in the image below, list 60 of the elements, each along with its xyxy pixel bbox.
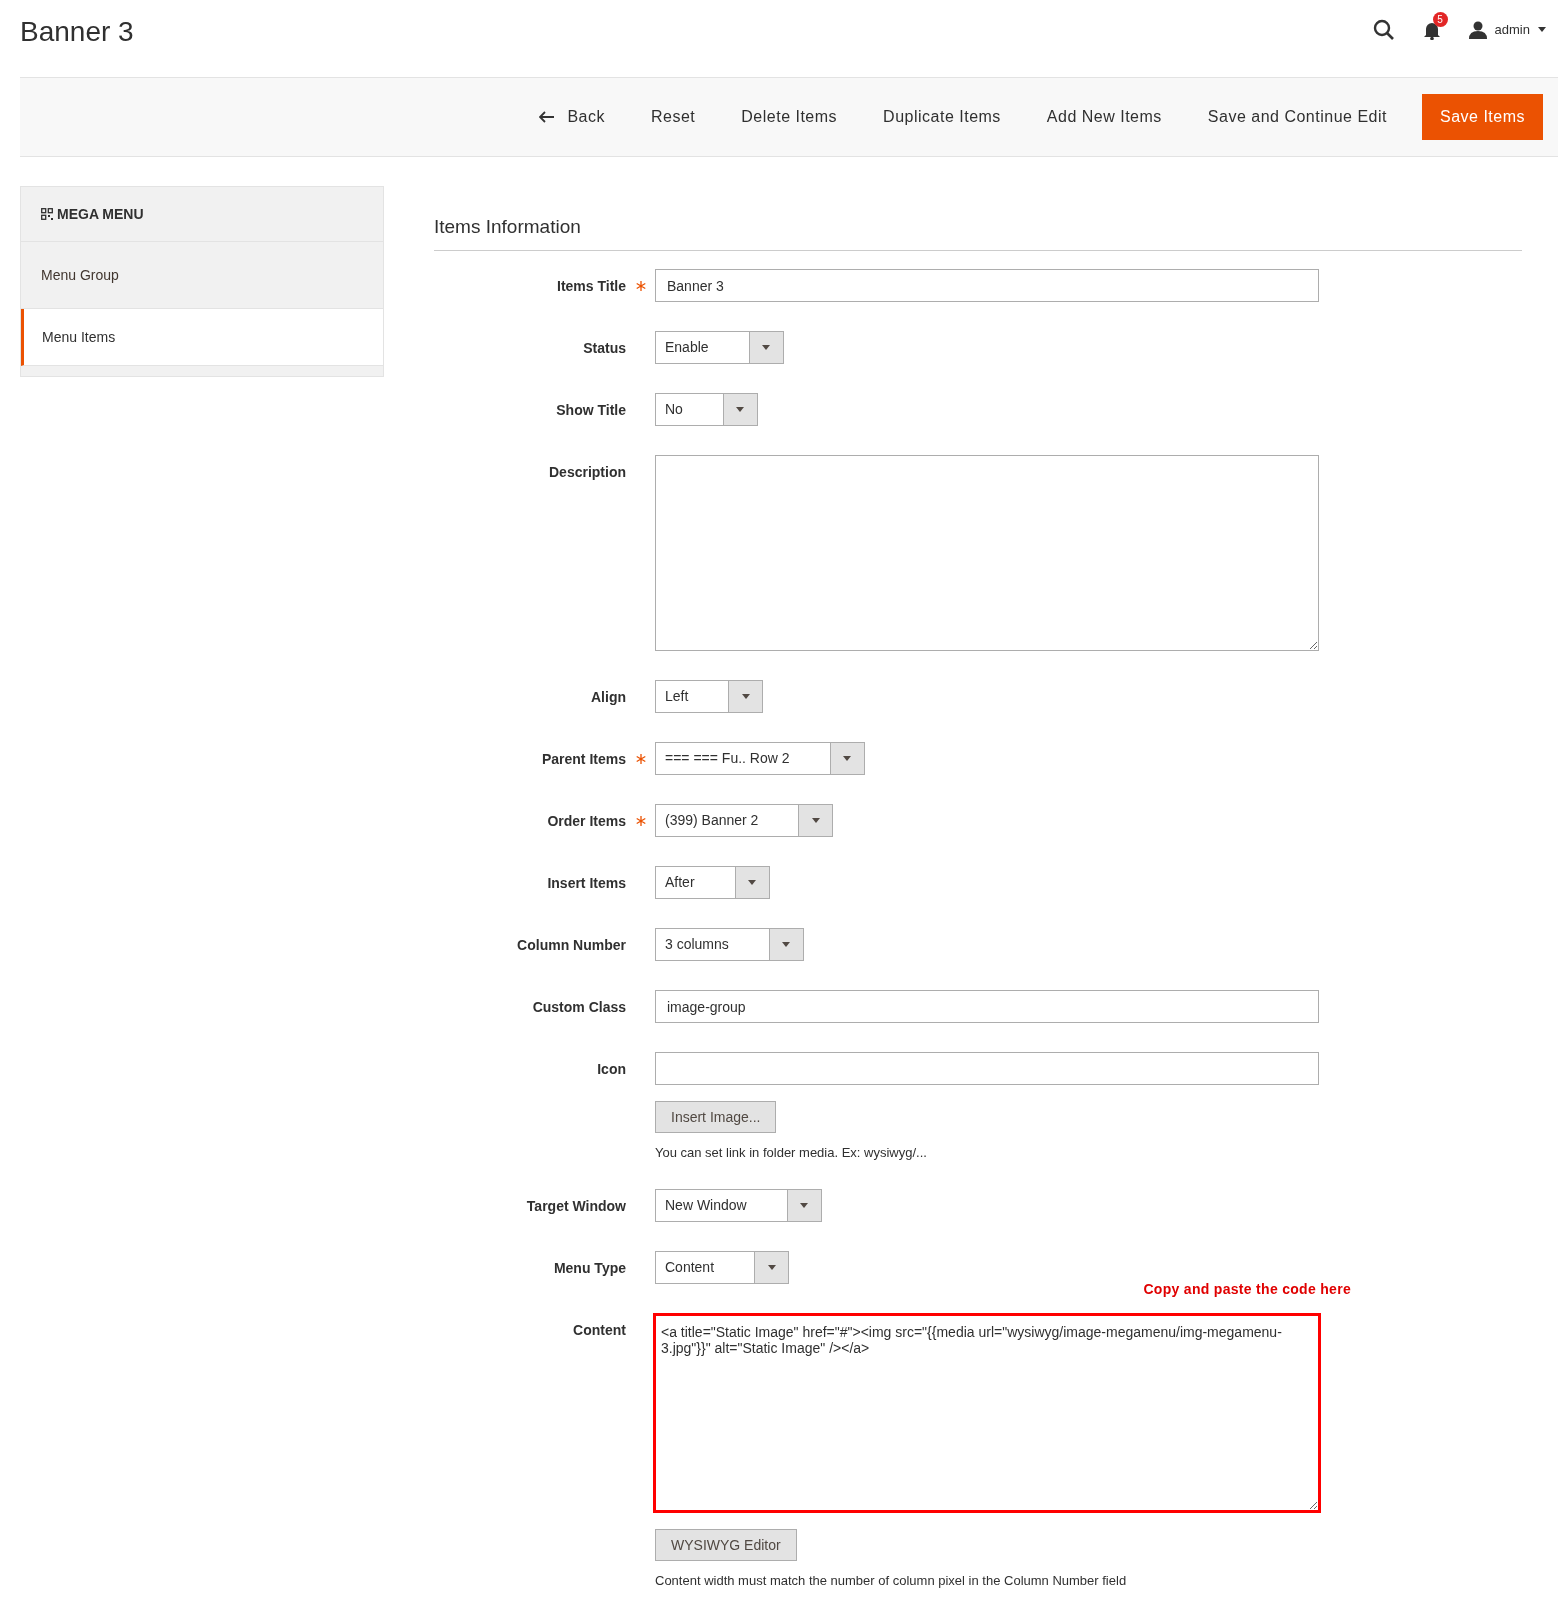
field-label: Description	[548, 463, 626, 480]
textarea-field[interactable]	[655, 455, 1319, 651]
toolbar-button[interactable]: Reset	[630, 94, 717, 140]
toolbar-button[interactable]: Save Items	[1421, 94, 1543, 140]
caret-icon	[800, 1203, 809, 1208]
field-label: Parent Items	[540, 750, 626, 767]
toolbar-button[interactable]: Back	[518, 94, 626, 140]
select-field[interactable]: No	[655, 393, 758, 426]
toolbar-button[interactable]: Duplicate Items	[862, 94, 1022, 140]
field-label: Insert Items	[546, 874, 626, 891]
input-field[interactable]	[655, 1052, 1319, 1085]
field-label: Menu Type	[552, 1259, 626, 1276]
field-label: Column Number	[516, 936, 626, 953]
field-label: Order Items	[546, 812, 626, 829]
toolbar-button[interactable]: Delete Items	[720, 94, 859, 140]
select-field[interactable]: Enable	[655, 331, 784, 364]
annotation-text: Copy and paste the code here	[1143, 1281, 1351, 1297]
field-label: Icon	[596, 1060, 626, 1077]
toolbar-button[interactable]: Save and Continue Edit	[1186, 94, 1408, 140]
select-field[interactable]: Left	[655, 680, 764, 713]
user-icon	[1468, 20, 1487, 39]
user-menu[interactable]: admin	[1468, 20, 1546, 39]
select-field[interactable]: New Window	[655, 1189, 822, 1222]
caret-icon	[736, 407, 745, 412]
select-field[interactable]: === === Fu.. Row 2	[655, 742, 865, 775]
field-note: You can set link in folder media. Ex: wysiwyg/...	[655, 1145, 927, 1160]
select-field[interactable]: After	[655, 866, 770, 899]
secondary-button[interactable]: Insert Image...	[655, 1101, 777, 1133]
caret-icon	[748, 880, 757, 885]
toolbar-button[interactable]: Add New Items	[1025, 94, 1183, 140]
caret-icon	[741, 694, 750, 699]
textarea-field[interactable]: <a title="Static Image" href="#"><img src="{{media url="wysiwyg/image-megamenu/img-megamenu-3.jpg"}}" alt="Static Image" /></a>	[653, 1313, 1321, 1513]
select-field[interactable]: 3 columns	[655, 928, 804, 961]
page-title: Banner 3	[20, 16, 134, 48]
section-title: Items Information	[434, 216, 1522, 251]
sidebar-item[interactable]: Menu Items	[21, 309, 383, 366]
grid-icon	[41, 208, 53, 220]
caret-icon	[767, 1265, 776, 1270]
input-field[interactable]: image-group	[655, 990, 1319, 1023]
field-label: Show Title	[555, 401, 626, 418]
search-icon[interactable]	[1372, 18, 1395, 41]
field-label: Align	[590, 688, 626, 705]
secondary-button[interactable]: WYSIWYG Editor	[655, 1529, 797, 1561]
sidebar-title: MEGA MENU	[57, 206, 144, 222]
caret-icon	[782, 942, 791, 947]
field-label: Custom Class	[531, 998, 626, 1015]
caret-icon	[762, 345, 771, 350]
field-label: Content	[572, 1321, 626, 1338]
caret-icon	[843, 756, 852, 761]
input-field[interactable]: Banner 3	[655, 269, 1319, 302]
select-field[interactable]: (399) Banner 2	[655, 804, 834, 837]
caret-icon	[1538, 27, 1546, 32]
caret-icon	[811, 818, 820, 823]
field-note: Content width must match the number of column pixel in the Column Number field	[655, 1573, 1127, 1588]
notification-badge: 5	[1432, 11, 1448, 27]
field-label: Items Title	[556, 277, 626, 294]
field-label: Status	[582, 339, 626, 356]
select-field[interactable]: Content	[655, 1251, 790, 1284]
arrow-left-icon	[539, 111, 556, 123]
field-label: Target Window	[525, 1197, 626, 1214]
